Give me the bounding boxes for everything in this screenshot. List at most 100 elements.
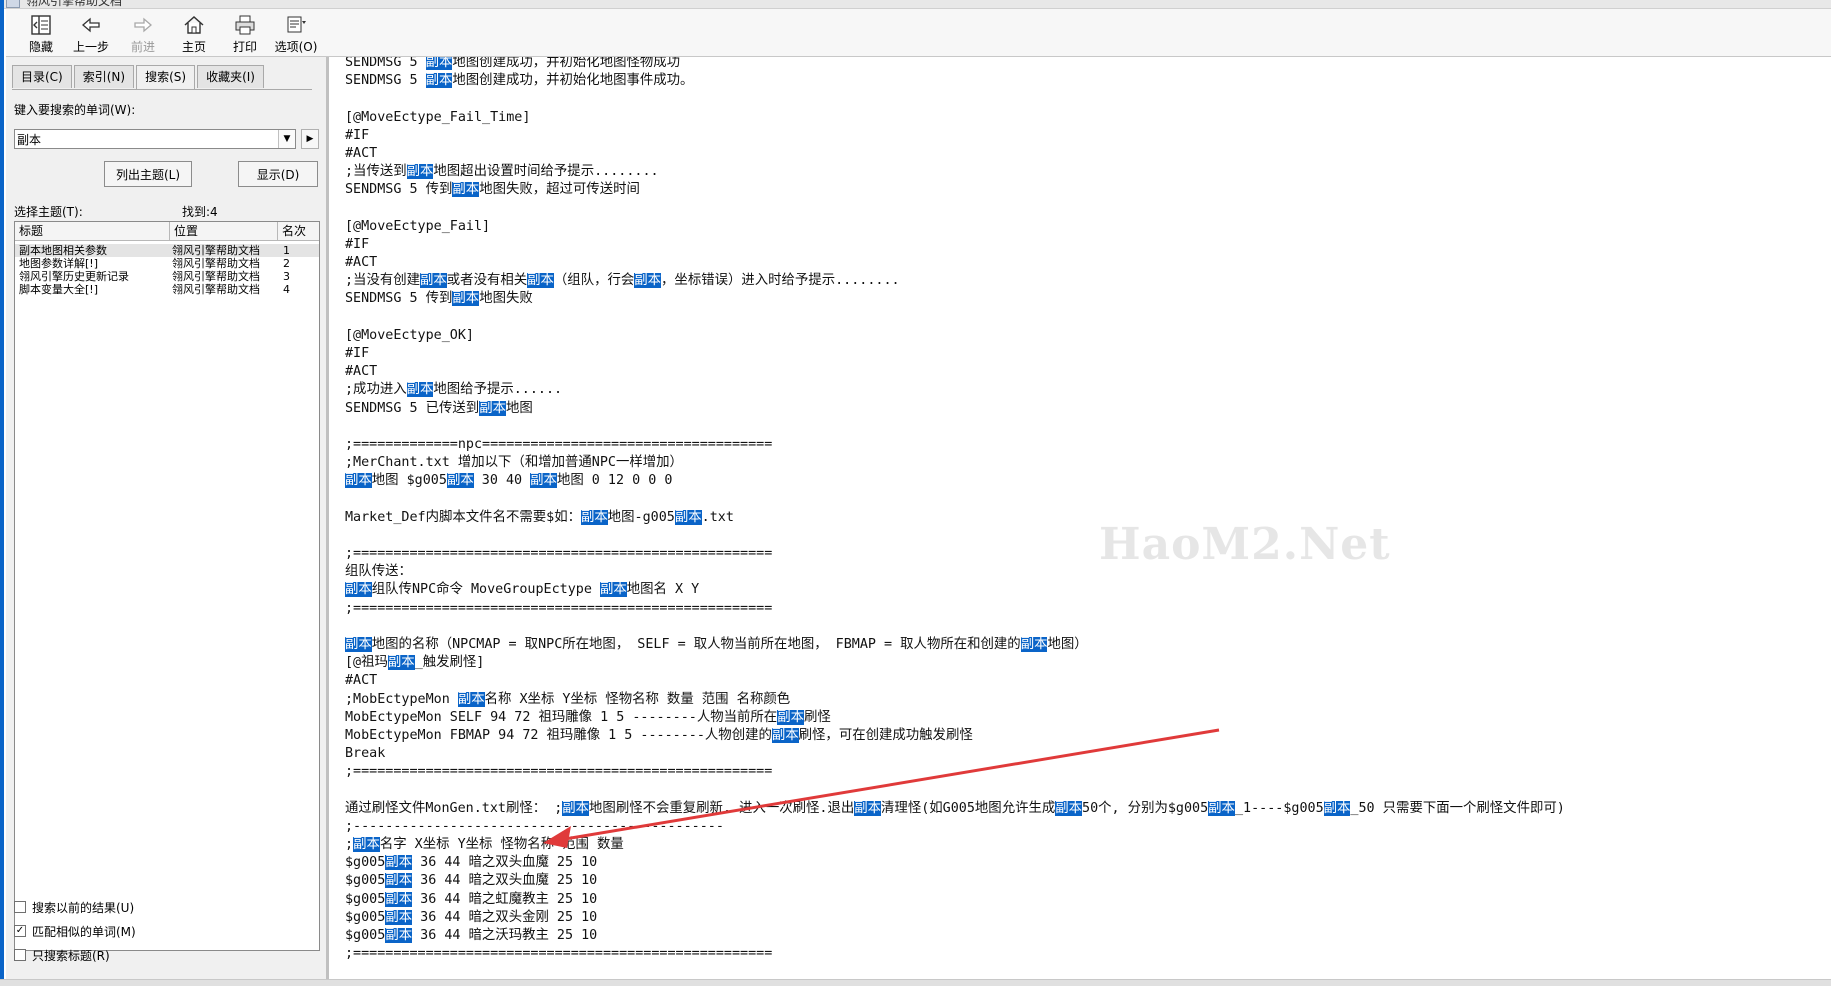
hide-pane-icon: [31, 15, 51, 35]
search-input[interactable]: [17, 130, 267, 148]
options-button[interactable]: 选项(O): [267, 13, 325, 55]
search-highlight: 副本: [674, 509, 702, 525]
tab-favorites[interactable]: 收藏夹(I): [197, 65, 264, 88]
select-topic-label: 选择主题(T):: [14, 205, 83, 219]
tab-index[interactable]: 索引(N): [73, 65, 135, 88]
content-line: ;=======================================…: [345, 546, 773, 562]
content-line: SENDMSG 5 传到副本地图失败，超过可传送时间: [345, 182, 640, 198]
content-line: [@MoveEctype_Fail_Time]: [345, 109, 531, 125]
table-row[interactable]: 副本地图相关参数 翎风引擎帮助文档 1: [15, 244, 319, 257]
content-line: $g005副本 36 44 暗之双头血魔 25 10: [345, 855, 598, 871]
search-label: 键入要搜索的单词(W):: [14, 103, 136, 117]
search-highlight: 副本: [345, 637, 372, 652]
search-highlight: 副本: [446, 473, 474, 489]
column-header-title[interactable]: 标题: [15, 222, 170, 240]
topic-content-pane[interactable]: SENDMSG 5 副本地图创建成功，并初始化地图怪物成功 SENDMSG 5 副…: [328, 57, 1831, 979]
checkbox-match-similar[interactable]: ✓: [14, 925, 26, 937]
tabs-divider: [12, 89, 312, 90]
back-button[interactable]: 上一步: [62, 13, 120, 55]
print-button[interactable]: 打印: [216, 13, 274, 55]
content-line: SENDMSG 5 已传送到副本地图: [345, 400, 533, 416]
search-highlight: 副本: [385, 873, 413, 889]
content-line: 副本地图 $g005副本 30 40 副本地图 0 12 0 0 0: [345, 473, 673, 489]
search-highlight: 副本: [353, 837, 380, 853]
content-line: SENDMSG 5 副本地图创建成功，并初始化地图事件成功。: [345, 73, 694, 89]
content-line: $g005副本 36 44 暗之虹魔教主 25 10: [345, 891, 598, 907]
search-highlight: 副本: [425, 73, 453, 89]
search-highlight: 副本: [406, 382, 434, 398]
result-title: 翎风引擎历史更新记录: [19, 270, 129, 283]
back-button-label: 上一步: [72, 40, 109, 54]
search-operator-button[interactable]: ▶: [301, 129, 319, 149]
table-row[interactable]: 脚本变量大全[!] 翎风引擎帮助文档 4: [15, 283, 319, 296]
tab-search[interactable]: 搜索(S): [136, 65, 196, 90]
search-highlight: 副本: [457, 691, 485, 707]
search-highlight: 副本: [479, 400, 506, 416]
content-line: [345, 527, 1815, 545]
back-arrow-icon: [82, 17, 100, 33]
search-highlight: 副本: [452, 182, 480, 198]
option-match-similar[interactable]: ✓ 匹配相似的单词(M): [14, 923, 136, 939]
content-line: 副本地图的名称（NPCMAP = 取NPC所在地图， SELF = 取人物当前所…: [345, 637, 1088, 652]
options-button-label: 选项(O): [274, 40, 318, 54]
checkbox-titles-only[interactable]: [14, 949, 26, 961]
option-titles-only[interactable]: 只搜索标题(R): [14, 947, 110, 963]
result-rank: 2: [283, 257, 290, 270]
search-highlight: 副本: [345, 473, 372, 489]
checkbox-search-previous[interactable]: [14, 901, 26, 913]
content-line: #IF: [345, 236, 370, 252]
option-search-previous[interactable]: 搜索以前的结果(U): [14, 899, 134, 915]
content-line: [345, 200, 1815, 218]
forward-button[interactable]: 前进: [114, 13, 172, 55]
home-button[interactable]: 主页: [165, 13, 223, 55]
content-line: 组队传送：: [345, 564, 412, 580]
tab-contents[interactable]: 目录(C): [12, 65, 72, 88]
result-location: 翎风引擎帮助文档: [172, 283, 260, 296]
content-line: $g005副本 36 44 暗之双头金刚 25 10: [345, 909, 598, 925]
content-line: $g005副本 36 44 暗之沃玛教主 25 10: [345, 928, 598, 943]
results-list[interactable]: 标题 位置 名次 副本地图相关参数 翎风引擎帮助文档 1 地图参数详解[!] 翎…: [14, 221, 320, 951]
toolbar: 隐藏 上一步 前进 主页 打印 选项(O): [6, 9, 1831, 57]
search-highlight: 副本: [420, 273, 447, 289]
found-count: 找到:4: [182, 205, 218, 219]
search-combobox[interactable]: ▼: [14, 129, 296, 149]
content-line: ;MobEctypeMon 副本名称 X坐标 Y坐标 怪物名称 数量 范围 名称…: [345, 691, 791, 707]
result-rank: 1: [283, 244, 290, 257]
help-app-icon: [6, 0, 20, 8]
search-highlight: 副本: [385, 928, 413, 943]
content-line: $g005副本 36 44 暗之双头血魔 25 10: [345, 873, 598, 889]
content-line: #ACT: [345, 255, 378, 271]
list-topics-button[interactable]: 列出主题(L): [104, 161, 192, 187]
window-title-bar: 翎风引擎帮助文档: [0, 0, 1831, 9]
navigation-tabs: 目录(C) 索引(N) 搜索(S) 收藏夹(I): [12, 65, 266, 90]
home-button-label: 主页: [181, 40, 206, 54]
content-line: #ACT: [345, 145, 378, 161]
annotation-arrow-icon: [543, 728, 1220, 848]
result-title: 脚本变量大全[!]: [19, 283, 98, 296]
result-location: 翎风引擎帮助文档: [172, 270, 260, 283]
content-line: [@祖玛副本_触发刷怪]: [345, 655, 485, 671]
display-button[interactable]: 显示(D): [238, 161, 318, 187]
content-line: ;=======================================…: [345, 946, 773, 962]
table-row[interactable]: 翎风引擎历史更新记录 翎风引擎帮助文档 3: [15, 270, 319, 283]
content-line: SENDMSG 5 传到副本地图失败: [345, 291, 533, 307]
content-line: [@MoveEctype_OK]: [345, 327, 474, 343]
search-highlight: 副本: [385, 891, 413, 907]
search-highlight: 副本: [387, 655, 415, 671]
column-header-location[interactable]: 位置: [170, 222, 278, 240]
table-row[interactable]: 地图参数详解[!] 翎风引擎帮助文档 2: [15, 257, 319, 270]
chevron-down-icon[interactable]: ▼: [278, 130, 295, 148]
result-title: 地图参数详解[!]: [19, 257, 98, 270]
result-location: 翎风引擎帮助文档: [172, 244, 260, 257]
content-line: [345, 90, 1815, 108]
column-header-rank[interactable]: 名次: [278, 222, 319, 240]
option-match-similar-label: 匹配相似的单词(M): [32, 924, 136, 939]
content-line: #IF: [345, 127, 370, 143]
content-line: [345, 309, 1815, 327]
search-highlight: 副本: [452, 291, 480, 307]
result-rank: 4: [283, 283, 290, 296]
content-line: ;当传送到副本地图超出设置时间给予提示........: [345, 164, 659, 180]
content-line: Market_Def内脚本文件名不需要$如：副本地图-g005副本.txt: [345, 509, 734, 525]
search-highlight: 副本: [425, 57, 453, 70]
search-highlight: 副本: [580, 509, 608, 525]
